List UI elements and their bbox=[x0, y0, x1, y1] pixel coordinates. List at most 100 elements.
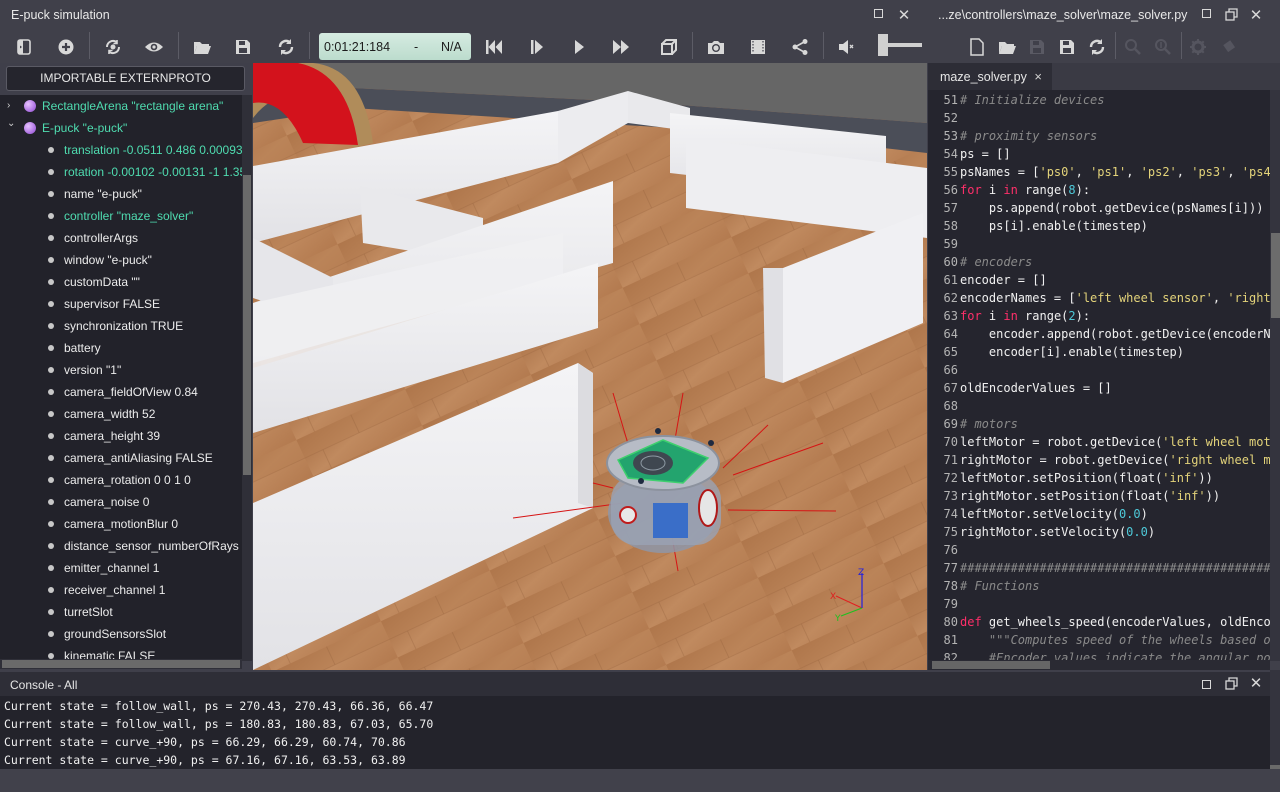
revert-icon[interactable] bbox=[1086, 36, 1108, 58]
code-token: )) bbox=[1198, 471, 1213, 485]
save-world-icon[interactable] bbox=[232, 36, 254, 58]
volume-slider[interactable] bbox=[876, 34, 924, 56]
restore-icon[interactable] bbox=[1224, 677, 1238, 691]
scene-tree-field[interactable]: version "1" bbox=[0, 359, 242, 381]
open-world-icon[interactable] bbox=[191, 36, 213, 58]
volume-slider-track bbox=[882, 43, 922, 47]
tab-maze-solver[interactable]: maze_solver.py × bbox=[928, 63, 1052, 90]
scene-tree-field[interactable]: camera_height 39 bbox=[0, 425, 242, 447]
find-icon[interactable] bbox=[1122, 36, 1144, 58]
scene-tree-field[interactable]: camera_motionBlur 0 bbox=[0, 513, 242, 535]
scene-tree-field[interactable]: receiver_channel 1 bbox=[0, 579, 242, 601]
maximize-icon[interactable] bbox=[1199, 8, 1213, 22]
tab-label: maze_solver.py bbox=[940, 70, 1027, 84]
line-number: 73 bbox=[943, 489, 958, 503]
console-title: Console - All ✕ bbox=[0, 672, 1270, 696]
close-icon[interactable]: ✕ bbox=[1249, 676, 1263, 691]
field-label: version "1" bbox=[64, 363, 122, 377]
chevron-down-icon[interactable]: ⌄ bbox=[7, 113, 15, 135]
editor-horizontal-scrollbar[interactable] bbox=[928, 660, 1270, 670]
scrollbar-thumb[interactable] bbox=[243, 175, 251, 475]
scene-tree-field[interactable]: controllerArgs bbox=[0, 227, 242, 249]
mute-icon[interactable] bbox=[836, 36, 858, 58]
volume-slider-handle[interactable] bbox=[878, 34, 888, 56]
scrollbar-thumb[interactable] bbox=[1271, 233, 1280, 318]
console-vertical-scrollbar[interactable] bbox=[1270, 670, 1280, 774]
scrollbar-thumb[interactable] bbox=[2, 660, 240, 668]
restore-icon[interactable] bbox=[1224, 8, 1238, 22]
settings-icon[interactable] bbox=[1187, 36, 1209, 58]
scene-tree-node[interactable]: › RectangleArena "rectangle arena" bbox=[0, 95, 242, 117]
save-as-icon[interactable] bbox=[1056, 36, 1078, 58]
scene-tree-horizontal-scrollbar[interactable] bbox=[0, 659, 242, 669]
code-token: )) bbox=[1205, 489, 1221, 503]
step-icon[interactable] bbox=[526, 36, 548, 58]
scene-tree-field[interactable]: controller "maze_solver" bbox=[0, 205, 242, 227]
rewind-icon[interactable] bbox=[483, 36, 505, 58]
scene-tree-field[interactable]: supervisor FALSE bbox=[0, 293, 242, 315]
line-number: 61 bbox=[943, 273, 958, 287]
line-number: 69 bbox=[943, 417, 958, 431]
scene-tree-field[interactable]: groundSensorsSlot bbox=[0, 623, 242, 645]
3d-viewport[interactable]: X Z Y bbox=[253, 63, 927, 670]
scene-tree-field[interactable]: name "e-puck" bbox=[0, 183, 242, 205]
console-panel: Console - All ✕ Current state = follow_w… bbox=[0, 670, 1280, 792]
code-editor[interactable]: 51 # Initialize devices 52 53 # proximity se… bbox=[928, 90, 1270, 661]
replace-icon[interactable] bbox=[1152, 36, 1174, 58]
fast-forward-icon[interactable] bbox=[610, 36, 632, 58]
scene-tree-field[interactable]: distance_sensor_numberOfRays 1 bbox=[0, 535, 242, 557]
field-bullet-icon bbox=[48, 389, 54, 395]
view-eye-icon[interactable] bbox=[143, 36, 165, 58]
scene-tree-field[interactable]: window "e-puck" bbox=[0, 249, 242, 271]
scene-tree-field[interactable]: camera_fieldOfView 0.84 bbox=[0, 381, 242, 403]
scene-tree-node[interactable]: ⌄ E-puck "e-puck" bbox=[0, 117, 242, 139]
scrollbar-thumb[interactable] bbox=[932, 661, 1050, 669]
importable-externproto-button[interactable]: IMPORTABLE EXTERNPROTO bbox=[6, 66, 245, 91]
scene-tree-field[interactable]: camera_rotation 0 0 1 0 bbox=[0, 469, 242, 491]
save-icon[interactable] bbox=[1026, 36, 1048, 58]
view-box-icon[interactable] bbox=[658, 36, 680, 58]
scene-tree-field[interactable]: customData "" bbox=[0, 271, 242, 293]
open-file-icon[interactable] bbox=[996, 36, 1018, 58]
maximize-icon[interactable] bbox=[871, 8, 885, 22]
scene-tree-field[interactable]: camera_antiAliasing FALSE bbox=[0, 447, 242, 469]
build-icon[interactable] bbox=[1217, 36, 1239, 58]
scene-tree-field[interactable]: camera_noise 0 bbox=[0, 491, 242, 513]
field-label: camera_antiAliasing FALSE bbox=[64, 451, 213, 465]
code-token: encoder[i].enable(timestep) bbox=[960, 345, 1184, 359]
screenshot-camera-icon[interactable] bbox=[705, 36, 727, 58]
new-file-icon[interactable] bbox=[966, 36, 988, 58]
proto-node-icon bbox=[24, 122, 36, 134]
close-icon[interactable]: ✕ bbox=[1249, 8, 1263, 23]
movie-record-icon[interactable] bbox=[747, 36, 769, 58]
maximize-icon[interactable] bbox=[1199, 678, 1213, 692]
console-output[interactable]: Current state = follow_wall, ps = 270.43… bbox=[0, 696, 1270, 769]
share-icon[interactable] bbox=[789, 36, 811, 58]
scene-tree-field[interactable]: battery bbox=[0, 337, 242, 359]
close-icon[interactable]: ✕ bbox=[897, 8, 911, 23]
tab-close-icon[interactable]: × bbox=[1034, 63, 1042, 91]
reload-world-icon[interactable] bbox=[275, 36, 297, 58]
code-token: range( bbox=[1017, 183, 1069, 197]
scene-tree-field[interactable]: emitter_channel 1 bbox=[0, 557, 242, 579]
scene-tree-field[interactable]: rotation -0.00102 -0.00131 -1 1.35 bbox=[0, 161, 242, 183]
line-number: 80 bbox=[943, 615, 958, 629]
simulation-time: 0:01:21:184 bbox=[324, 40, 391, 54]
play-icon[interactable] bbox=[568, 36, 590, 58]
code-token: in bbox=[1003, 309, 1018, 323]
editor-vertical-scrollbar[interactable] bbox=[1270, 90, 1280, 661]
scene-tree-field[interactable]: synchronization TRUE bbox=[0, 315, 242, 337]
toggle-scene-tree-icon[interactable] bbox=[13, 36, 35, 58]
code-text: psNames = ['ps0', 'ps1', 'ps2', 'ps3', '… bbox=[960, 163, 1270, 181]
field-bullet-icon bbox=[48, 565, 54, 571]
scene-tree-field[interactable]: camera_width 52 bbox=[0, 403, 242, 425]
scene-tree-vertical-scrollbar[interactable] bbox=[242, 95, 252, 661]
line-number: 55 bbox=[943, 165, 958, 179]
reset-viewpoint-icon[interactable] bbox=[102, 36, 124, 58]
scene-tree-field[interactable]: turretSlot bbox=[0, 601, 242, 623]
field-label: camera_noise 0 bbox=[64, 495, 150, 509]
add-node-icon[interactable] bbox=[55, 36, 77, 58]
time-separator: - bbox=[414, 40, 419, 54]
scene-tree-field[interactable]: translation -0.0511 0.486 0.000935 bbox=[0, 139, 242, 161]
code-token: leftMotor = robot.getDevice( bbox=[960, 435, 1163, 449]
